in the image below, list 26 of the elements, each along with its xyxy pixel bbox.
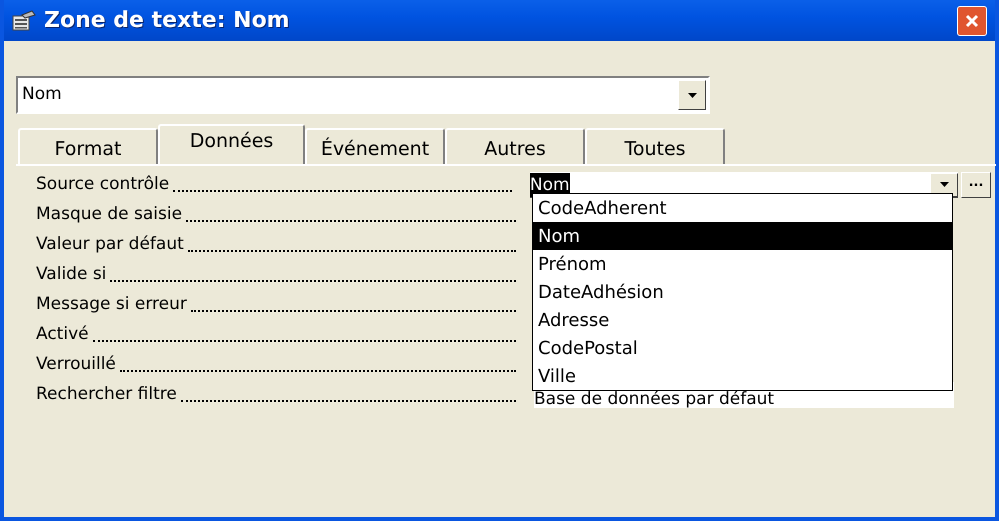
dropdown-button[interactable] [930, 172, 958, 196]
window-title: Zone de texte: Nom [44, 7, 290, 35]
tab[interactable]: Toutes [585, 128, 725, 164]
close-button[interactable] [957, 6, 987, 36]
close-icon [964, 12, 980, 28]
tab[interactable]: Données [158, 124, 305, 164]
property-label: Rechercher filtre [36, 383, 178, 406]
properties-icon [12, 10, 36, 32]
list-option[interactable]: Nom [533, 222, 952, 250]
tab[interactable]: Autres [445, 128, 585, 164]
caret-icon [688, 92, 696, 98]
field-value: Base de données par défaut [534, 390, 774, 408]
dropdown-button[interactable] [678, 80, 706, 110]
tab[interactable]: Format [18, 128, 158, 164]
property-label: Verrouillé [36, 353, 117, 376]
object-selector[interactable]: Nom [16, 76, 710, 114]
property-label: Activé [36, 323, 90, 346]
property-label: Message si erreur [36, 293, 188, 316]
property-label: Valide si [36, 263, 108, 286]
selector-value: Nom [21, 83, 63, 106]
property-label: Source contrôle [36, 173, 170, 196]
property-label: Valeur par défaut [36, 233, 185, 256]
property-label: Masque de saisie [36, 203, 184, 226]
builder-button[interactable]: ... [961, 172, 991, 198]
caret-icon [940, 182, 948, 187]
tab[interactable]: Événement [305, 128, 445, 164]
